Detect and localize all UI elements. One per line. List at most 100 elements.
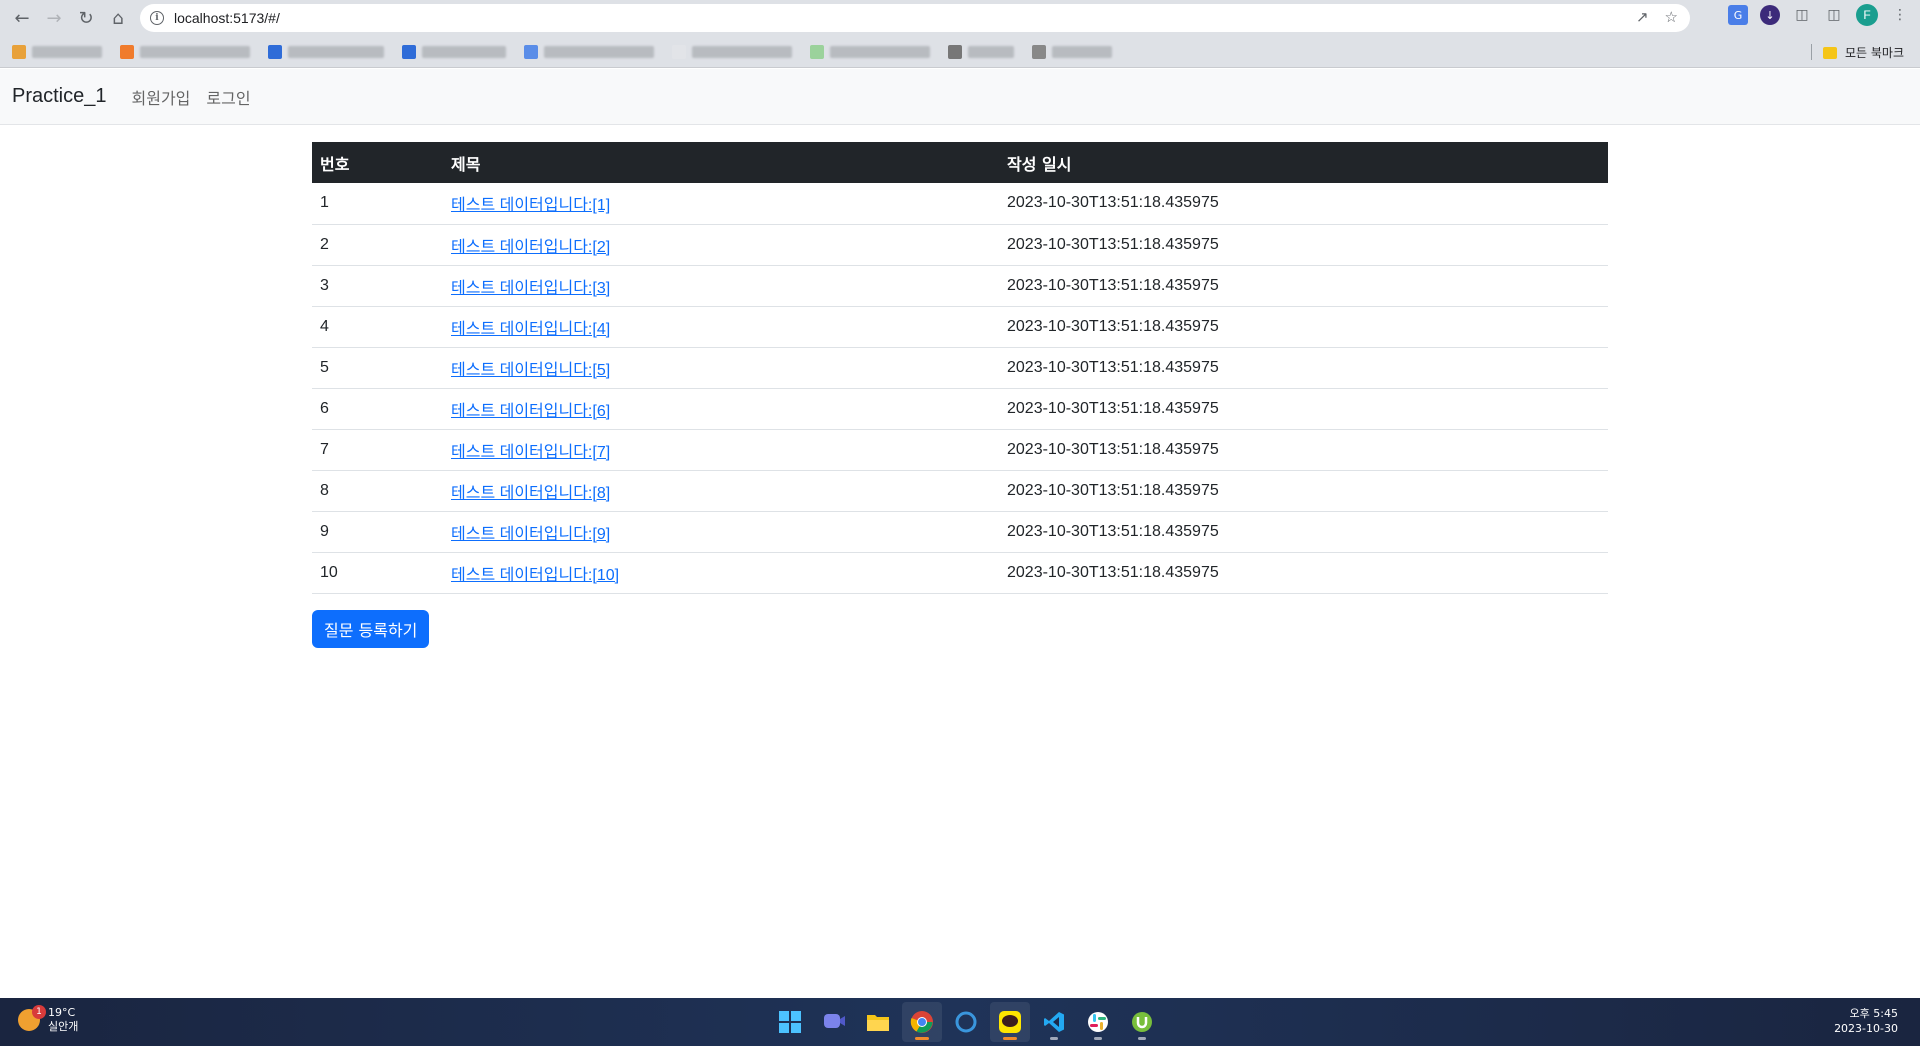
row-number: 3 — [312, 265, 443, 307]
question-title-link[interactable]: 테스트 데이터입니다:[5] — [451, 362, 610, 379]
bookmark-star-icon[interactable]: ☆ — [1665, 8, 1678, 26]
system-clock[interactable]: 오후 5:45 2023-10-30 — [1834, 1006, 1898, 1036]
download-extension-icon[interactable]: ↓ — [1760, 5, 1780, 25]
row-title-cell: 테스트 데이터입니다:[2] — [443, 224, 999, 266]
question-title-link[interactable]: 테스트 데이터입니다:[8] — [451, 485, 610, 502]
running-indicator — [1138, 1037, 1146, 1040]
running-indicator — [1050, 1037, 1058, 1040]
header-title: 제목 — [451, 154, 481, 174]
row-created-at: 2023-10-30T13:51:18.435975 — [999, 183, 1608, 225]
chrome-icon[interactable] — [902, 1002, 942, 1042]
header-number: 번호 — [320, 154, 350, 174]
row-created-at: 2023-10-30T13:51:18.435975 — [999, 224, 1608, 266]
row-created-at: 2023-10-30T13:51:18.435975 — [999, 552, 1608, 594]
question-title-link[interactable]: 테스트 데이터입니다:[6] — [451, 403, 610, 420]
table-row: 6 테스트 데이터입니다:[6] 2023-10-30T13:51:18.435… — [312, 388, 1608, 430]
url-text[interactable]: localhost:5173/#/ — [174, 10, 280, 26]
back-icon[interactable]: ← — [6, 2, 38, 34]
question-title-link[interactable]: 테스트 데이터입니다:[2] — [451, 239, 610, 256]
running-indicator — [1003, 1037, 1017, 1040]
row-created-at: 2023-10-30T13:51:18.435975 — [999, 511, 1608, 553]
row-created-at: 2023-10-30T13:51:18.435975 — [999, 429, 1608, 471]
file-explorer-icon[interactable] — [858, 1002, 898, 1042]
all-bookmarks-label: 모든 북마크 — [1844, 46, 1904, 60]
question-title-link[interactable]: 테스트 데이터입니다:[7] — [451, 444, 610, 461]
row-title-cell: 테스트 데이터입니다:[1] — [443, 183, 999, 225]
table-row: 3 테스트 데이터입니다:[3] 2023-10-30T13:51:18.435… — [312, 265, 1608, 307]
question-title-link[interactable]: 테스트 데이터입니다:[10] — [451, 567, 619, 584]
table-row: 10 테스트 데이터입니다:[10] 2023-10-30T13:51:18.4… — [312, 552, 1608, 594]
create-question-button[interactable]: 질문 등록하기 — [312, 609, 430, 648]
cortana-icon[interactable] — [946, 1002, 986, 1042]
row-number: 8 — [312, 470, 443, 512]
clock-time: 오후 5:45 — [1849, 1007, 1898, 1020]
question-title-link[interactable]: 테스트 데이터입니다:[3] — [451, 280, 610, 297]
forward-icon[interactable]: → — [38, 2, 70, 34]
row-number: 9 — [312, 511, 443, 553]
all-bookmarks-button[interactable]: 모든 북마크 — [1822, 44, 1904, 61]
nav-link-login[interactable]: 로그인 — [206, 85, 250, 109]
row-title-cell: 테스트 데이터입니다:[4] — [443, 306, 999, 348]
weather-sun-icon: 1 — [18, 1005, 46, 1031]
bookmark-item[interactable] — [948, 44, 1014, 60]
navbar-brand[interactable]: Practice_1 — [12, 85, 107, 108]
row-number: 7 — [312, 429, 443, 471]
row-title-cell: 테스트 데이터입니다:[10] — [443, 552, 999, 594]
bookmarks-bar: 모든 북마크 — [0, 36, 1920, 68]
table-row: 2 테스트 데이터입니다:[2] 2023-10-30T13:51:18.435… — [312, 224, 1608, 266]
extensions-puzzle-icon[interactable]: ◫ — [1792, 5, 1812, 25]
question-title-link[interactable]: 테스트 데이터입니다:[9] — [451, 526, 610, 543]
share-icon[interactable]: ↗ — [1636, 8, 1649, 26]
question-table: 번호 제목 작성 일시 1 테스트 데이터입니다:[1] 2023-10-30T… — [312, 142, 1608, 594]
row-title-cell: 테스트 데이터입니다:[3] — [443, 265, 999, 307]
row-title-cell: 테스트 데이터입니다:[5] — [443, 347, 999, 389]
bookmark-item[interactable] — [12, 44, 102, 60]
table-row: 5 테스트 데이터입니다:[5] 2023-10-30T13:51:18.435… — [312, 347, 1608, 389]
nav-link-signup[interactable]: 회원가입 — [132, 85, 191, 109]
weather-description: 실안개 — [48, 1020, 79, 1033]
weather-widget[interactable]: 1 19°C 실안개 — [18, 1005, 79, 1034]
windows-start-icon[interactable] — [770, 1002, 810, 1042]
menu-kebab-icon[interactable]: ⋮ — [1890, 5, 1910, 25]
bookmark-item[interactable] — [402, 44, 506, 60]
utorrent-icon[interactable] — [1122, 1002, 1162, 1042]
side-panel-icon[interactable]: ◫ — [1824, 5, 1844, 25]
table-row: 9 테스트 데이터입니다:[9] 2023-10-30T13:51:18.435… — [312, 511, 1608, 553]
bookmark-item[interactable] — [672, 44, 792, 60]
bookmark-item[interactable] — [810, 44, 930, 60]
vscode-icon[interactable] — [1034, 1002, 1074, 1042]
reload-icon[interactable]: ↻ — [70, 2, 102, 34]
row-created-at: 2023-10-30T13:51:18.435975 — [999, 265, 1608, 307]
question-title-link[interactable]: 테스트 데이터입니다:[4] — [451, 321, 610, 338]
bookmarks-divider — [1811, 44, 1812, 60]
address-bar[interactable]: i localhost:5173/#/ ↗ ☆ — [140, 4, 1690, 32]
folder-icon — [1822, 46, 1837, 59]
site-info-icon[interactable]: i — [150, 11, 164, 25]
translate-extension-icon[interactable]: G — [1728, 5, 1748, 25]
row-title-cell: 테스트 데이터입니다:[6] — [443, 388, 999, 430]
row-title-cell: 테스트 데이터입니다:[9] — [443, 511, 999, 553]
row-number: 10 — [312, 552, 443, 594]
table-header-row: 번호 제목 작성 일시 — [312, 142, 1608, 183]
row-number: 2 — [312, 224, 443, 266]
question-title-link[interactable]: 테스트 데이터입니다:[1] — [451, 197, 610, 214]
bookmark-item[interactable] — [268, 44, 384, 60]
profile-avatar[interactable]: F — [1856, 4, 1878, 26]
slack-icon[interactable] — [1078, 1002, 1118, 1042]
header-created-at: 작성 일시 — [1007, 154, 1072, 174]
question-list-container: 번호 제목 작성 일시 1 테스트 데이터입니다:[1] 2023-10-30T… — [312, 142, 1608, 648]
row-created-at: 2023-10-30T13:51:18.435975 — [999, 306, 1608, 348]
teams-chat-icon[interactable] — [814, 1002, 854, 1042]
running-indicator — [1094, 1037, 1102, 1040]
kakaotalk-icon[interactable] — [990, 1002, 1030, 1042]
row-created-at: 2023-10-30T13:51:18.435975 — [999, 347, 1608, 389]
active-indicator — [915, 1037, 929, 1040]
bookmark-item[interactable] — [120, 44, 250, 60]
notification-badge: 1 — [32, 1005, 46, 1019]
row-title-cell: 테스트 데이터입니다:[8] — [443, 470, 999, 512]
bookmark-item[interactable] — [524, 44, 654, 60]
home-icon[interactable]: ⌂ — [102, 2, 134, 34]
table-row: 4 테스트 데이터입니다:[4] 2023-10-30T13:51:18.435… — [312, 306, 1608, 348]
row-number: 1 — [312, 183, 443, 225]
bookmark-item[interactable] — [1032, 44, 1112, 60]
